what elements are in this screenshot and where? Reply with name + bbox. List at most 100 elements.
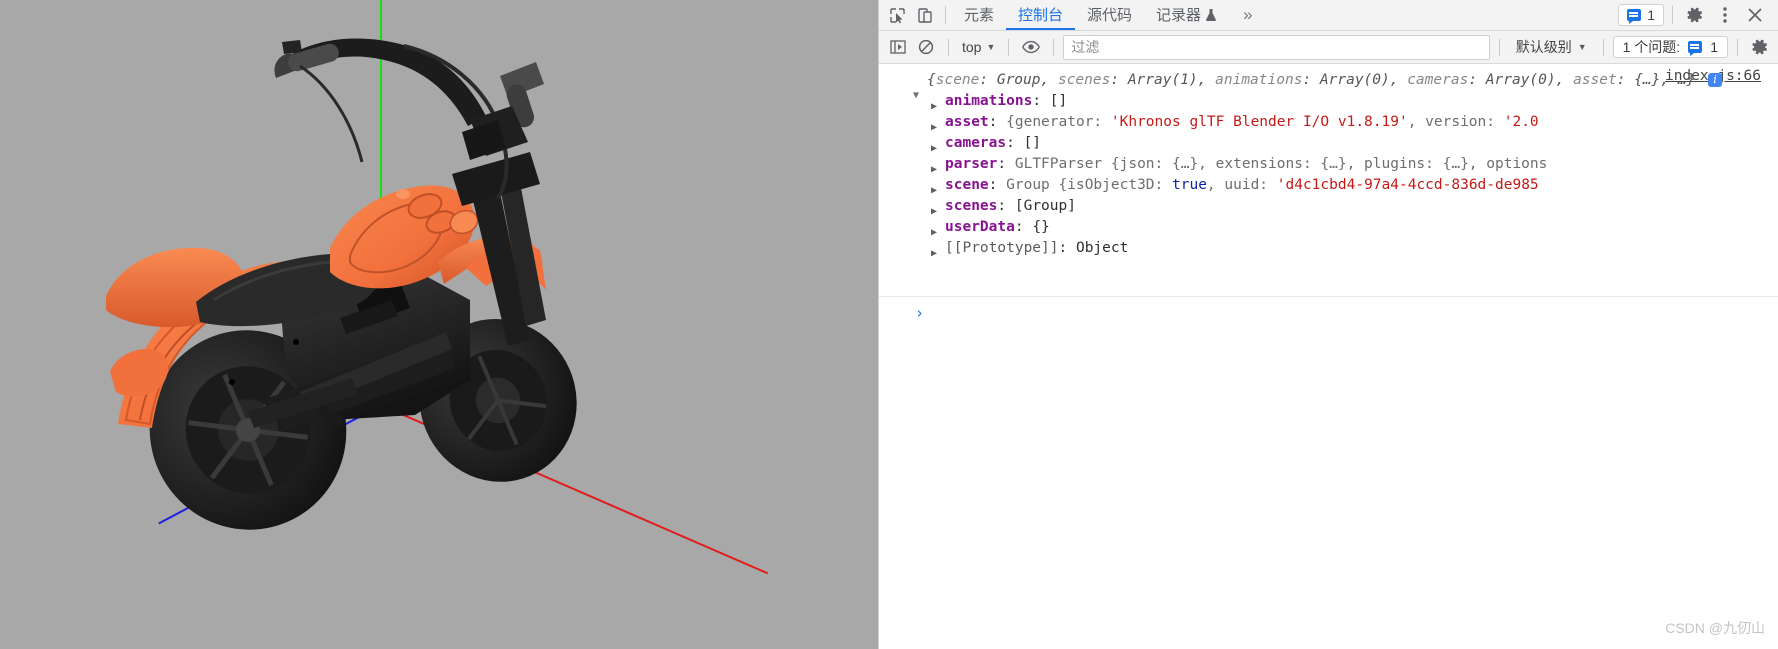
console-filter-bar: top ▼ 默认级别 ▼ 1 个问题: 1 (879, 31, 1778, 64)
property-name: cameras (945, 135, 1007, 151)
risers (462, 120, 506, 160)
console-bar-divider-2 (1008, 38, 1010, 56)
console-sidebar-icon[interactable] (885, 35, 911, 59)
left-mirror-stalk (282, 40, 302, 54)
console-log-entry[interactable]: index.js:66 ▼ {scene: Group, scenes: Arr… (879, 64, 1778, 297)
tab-recorder[interactable]: 记录器 (1144, 1, 1229, 30)
toolbar-issues-badge[interactable]: 1 (1618, 4, 1664, 26)
tab-sources[interactable]: 源代码 (1075, 1, 1144, 30)
console-issues-label: 1 个问题: (1622, 39, 1681, 55)
console-output[interactable]: index.js:66 ▼ {scene: Group, scenes: Arr… (879, 64, 1778, 649)
property-value-segment: : (1058, 240, 1076, 256)
property-value-segment: , uuid: (1206, 177, 1277, 193)
property-value-segment: true (1172, 177, 1207, 193)
property-row-asset[interactable]: ▶ asset: {generator: 'Khronos glTF Blende… (879, 112, 1778, 133)
expand-triangle-icon[interactable]: ▶ (931, 138, 937, 154)
tank-badge (396, 189, 410, 199)
expand-triangle-icon[interactable]: ▶ (931, 159, 937, 175)
tab-sources-label: 源代码 (1087, 6, 1133, 24)
property-row-animations[interactable]: ▶ animations: [] (879, 91, 1778, 112)
property-value-segment: : (997, 198, 1015, 214)
property-value-segment: {} (1032, 219, 1050, 235)
property-name: animations (945, 93, 1033, 109)
property-value-segment: : (997, 156, 1015, 172)
property-name: parser (945, 156, 998, 172)
property-name: scene (945, 177, 989, 193)
toolbar-divider (945, 6, 946, 24)
property-row-parser[interactable]: ▶ parser: GLTFParser {json: {…}, extensio… (879, 154, 1778, 175)
preview-key: asset (1573, 72, 1617, 88)
expand-triangle-icon[interactable]: ▶ (931, 180, 937, 196)
devtools-panel: 元素 控制台 源代码 记录器 » 1 top ▼ 过滤 默认级别 ▼ 1 个问题… (878, 0, 1778, 649)
property-row-prototype[interactable]: ▶ [[Prototype]]: Object (879, 238, 1778, 259)
frame-bolt-1 (293, 339, 299, 345)
preview-key: cameras (1407, 72, 1469, 88)
property-value-segment: : (1006, 135, 1024, 151)
property-value-segment: [] (1023, 135, 1042, 151)
more-tabs-chevron-icon[interactable]: » (1229, 5, 1266, 25)
console-prompt[interactable]: › (879, 297, 1778, 324)
log-level-value: 默认级别 (1515, 39, 1572, 55)
property-value-segment: 'Khronos glTF Blender I/O v1.8.19' (1110, 114, 1408, 130)
clutch-cable (299, 64, 364, 163)
object-preview-text: {scene: Group, scenes: Array(1), animati… (927, 72, 1696, 88)
property-value-segment: 'd4c1cbd4-97a4-4ccd-836d-de985 (1276, 177, 1539, 193)
clear-console-icon[interactable] (913, 35, 939, 59)
property-name: asset (945, 114, 989, 130)
console-issues-badge[interactable]: 1 个问题: 1 (1612, 36, 1728, 58)
tab-console-label: 控制台 (1018, 6, 1064, 24)
object-preview-header[interactable]: ▼ {scene: Group, scenes: Array(1), anima… (879, 70, 1778, 101)
object-property-list: ▶ animations: [] ▶ asset: {generator: 'Khro… (879, 91, 1778, 259)
motorcycle-3d-model[interactable] (0, 0, 878, 649)
expand-triangle-icon[interactable]: ▶ (931, 243, 937, 259)
tab-elements[interactable]: 元素 (952, 1, 1006, 30)
property-value-segment: '2.0 (1503, 114, 1539, 130)
watermark: CSDN @九仞山 (1665, 620, 1765, 636)
frame-bolt-2 (229, 379, 235, 385)
three-js-3d-viewport[interactable] (0, 0, 878, 649)
preview-key: animations (1215, 72, 1303, 88)
property-value-segment: {generator: (1006, 114, 1111, 130)
expand-triangle-icon[interactable]: ▶ (931, 96, 937, 112)
flask-icon (1205, 8, 1217, 22)
inspect-element-icon[interactable] (883, 2, 911, 28)
gear-icon[interactable] (1747, 35, 1773, 59)
tab-elements-label: 元素 (964, 6, 995, 24)
chevron-down-icon: ▼ (986, 42, 996, 52)
property-value-segment: [Group] (1014, 198, 1076, 214)
live-expression-eye-icon[interactable] (1018, 35, 1044, 59)
console-issues-count: 1 (1710, 39, 1718, 55)
property-name: userData (945, 219, 1015, 235)
console-bar-divider-4 (1498, 38, 1500, 56)
device-toolbar-icon[interactable] (911, 2, 939, 28)
message-badge-icon (1627, 9, 1642, 24)
property-row-cameras[interactable]: ▶ cameras: [] (879, 133, 1778, 154)
console-context-selector[interactable]: top ▼ (958, 39, 999, 55)
property-row-scene[interactable]: ▶ scene: Group {isObject3D: true, uuid: '… (879, 175, 1778, 196)
property-row-userdata[interactable]: ▶ userData: {} (879, 217, 1778, 238)
console-context-value: top (962, 39, 982, 55)
tab-console[interactable]: 控制台 (1006, 1, 1076, 30)
close-icon[interactable] (1741, 2, 1769, 28)
preview-key: scenes (1057, 72, 1111, 88)
gear-icon[interactable] (1681, 2, 1709, 28)
expand-triangle-icon[interactable]: ▶ (931, 117, 937, 133)
console-bar-divider-3 (1053, 38, 1055, 56)
kebab-menu-icon[interactable] (1711, 2, 1739, 28)
property-value-segment: Object (1075, 240, 1129, 256)
info-icon[interactable]: i (1708, 73, 1723, 87)
message-badge-icon (1688, 41, 1703, 56)
console-bar-divider-5 (1602, 38, 1604, 56)
property-row-scenes[interactable]: ▶ scenes: [Group] (879, 196, 1778, 217)
console-bar-divider-6 (1737, 38, 1738, 56)
expand-triangle-icon[interactable]: ▶ (931, 222, 937, 238)
toolbar-divider-right (1672, 6, 1673, 24)
property-value-segment: : (988, 114, 1007, 130)
toolbar-issues-count: 1 (1647, 7, 1655, 23)
property-value-segment: : (1032, 93, 1050, 109)
filter-input[interactable] (1063, 34, 1490, 60)
devtools-toolbar: 元素 控制台 源代码 记录器 » 1 (879, 0, 1778, 31)
property-value-segment: , version: (1407, 114, 1504, 130)
expand-triangle-icon[interactable]: ▶ (931, 201, 937, 217)
log-level-selector[interactable]: 默认级别 ▼ (1509, 37, 1594, 57)
